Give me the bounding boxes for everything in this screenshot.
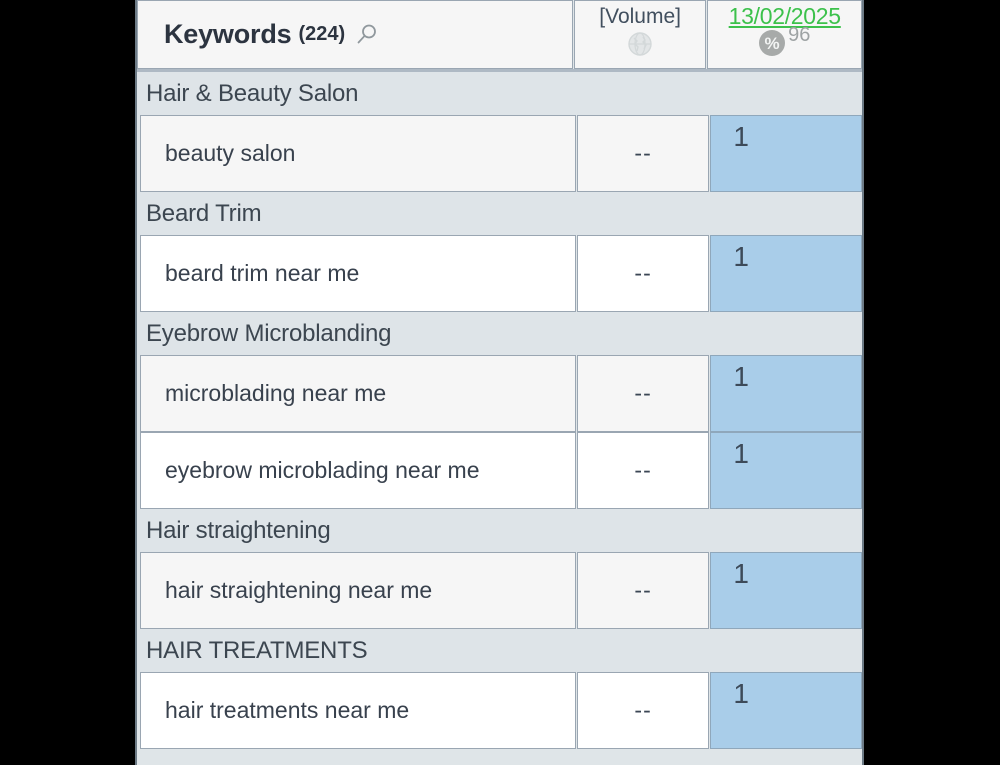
group-label: HAIR TREATMENTS [146,636,368,664]
percent-icon: % [759,30,786,56]
group-label: Beard Trim [146,199,262,227]
table-body: Hair & Beauty Salon beauty salon -- 1 Beard … [137,72,862,749]
header-cell-keywords[interactable]: Keywords (224) [137,0,573,69]
cell-rank[interactable]: 1 [710,115,862,192]
cell-rank[interactable]: 1 [710,235,862,312]
rank-accuracy-meta: % 96 [759,24,810,56]
cell-rank[interactable]: 1 [710,355,862,432]
cell-keyword[interactable]: eyebrow microblading near me [140,432,576,509]
group-label: Hair straightening [146,516,331,544]
cell-keyword[interactable]: beauty salon [140,115,576,192]
group-header-row[interactable]: Hair & Beauty Salon [137,72,862,115]
cell-keyword[interactable]: beard trim near me [140,235,576,312]
keywords-rank-table: Keywords (224) [Volume] 13/02/2025 % 96 … [135,0,864,765]
cell-volume: -- [576,672,710,749]
rank-date-link[interactable]: 13/02/2025 [729,3,841,29]
table-header-row: Keywords (224) [Volume] 13/02/2025 % 96 [137,0,862,72]
group-header-row[interactable]: Eyebrow Microblanding [137,312,862,355]
globe-icon [627,31,653,57]
group-label: Hair & Beauty Salon [146,79,359,107]
table-row[interactable]: microblading near me -- 1 [137,355,862,432]
keywords-column-title: Keywords [164,19,292,49]
table-row[interactable]: hair treatments near me -- 1 [137,672,862,749]
table-row[interactable]: hair straightening near me -- 1 [137,552,862,629]
cell-keyword[interactable]: microblading near me [140,355,576,432]
group-header-row[interactable]: HAIR TREATMENTS [137,629,862,672]
cell-volume: -- [576,115,710,192]
cell-rank[interactable]: 1 [710,432,862,509]
cell-rank[interactable]: 1 [710,552,862,629]
table-row[interactable]: beard trim near me -- 1 [137,235,862,312]
cell-keyword[interactable]: hair treatments near me [140,672,576,749]
header-cell-volume[interactable]: [Volume] [573,0,707,69]
group-header-row[interactable]: Beard Trim [137,192,862,235]
group-label: Eyebrow Microblanding [146,319,392,347]
cell-volume: -- [576,355,710,432]
table-row[interactable]: eyebrow microblading near me -- 1 [137,432,862,509]
table-row[interactable]: beauty salon -- 1 [137,115,862,192]
cell-volume: -- [576,235,710,312]
cell-keyword[interactable]: hair straightening near me [140,552,576,629]
percent-value: 96 [788,24,811,46]
cell-volume: -- [576,552,710,629]
search-icon[interactable] [355,23,379,47]
header-cell-rank-date[interactable]: 13/02/2025 % 96 [707,0,862,69]
volume-column-label: [Volume] [599,5,681,28]
cell-volume: -- [576,432,710,509]
screenshot-stage: Keywords (224) [Volume] 13/02/2025 % 96 … [0,0,1000,765]
group-header-row[interactable]: Hair straightening [137,509,862,552]
keywords-count: (224) [298,23,346,45]
cell-rank[interactable]: 1 [710,672,862,749]
